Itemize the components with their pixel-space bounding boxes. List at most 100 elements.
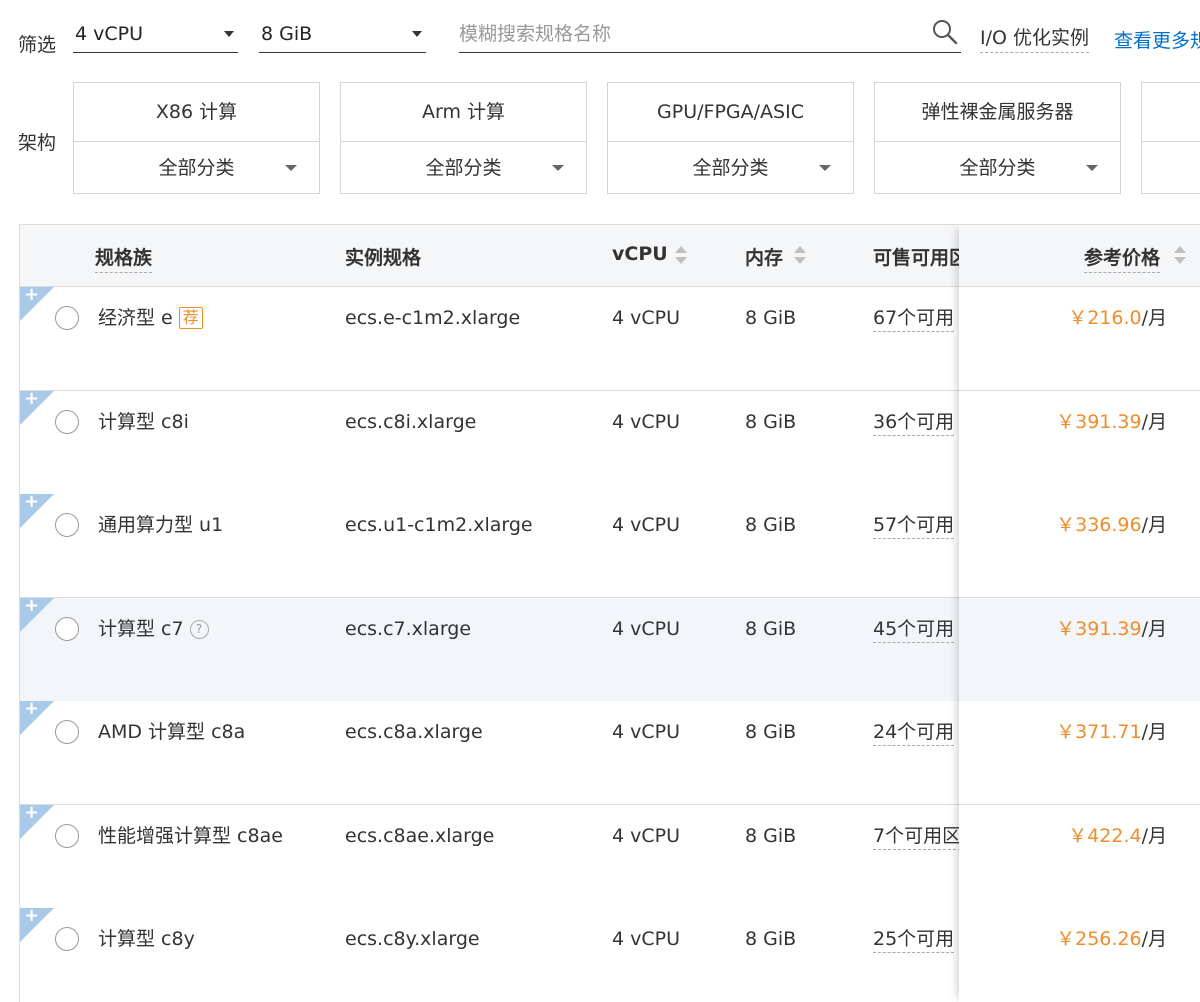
- help-icon[interactable]: ?: [189, 620, 209, 639]
- header-family[interactable]: 规格族: [95, 243, 153, 273]
- price-amount: ￥391.39: [1056, 618, 1142, 640]
- price-amount: ￥422.4: [1068, 825, 1142, 847]
- price-cell: ￥371.71/月: [1056, 719, 1167, 745]
- sort-icon[interactable]: [1174, 244, 1186, 266]
- row-radio[interactable]: [55, 720, 79, 744]
- plus-icon[interactable]: +: [24, 284, 39, 305]
- vcpu-cell: 4 vCPU: [612, 825, 681, 847]
- arch-card-x86[interactable]: X86 计算 全部分类: [73, 82, 320, 194]
- memory-cell: 8 GiB: [745, 825, 797, 847]
- price-unit: /月: [1141, 514, 1167, 536]
- memory-cell: 8 GiB: [745, 928, 797, 950]
- zones-clip: 7个可用区: [873, 823, 959, 855]
- plus-icon[interactable]: +: [24, 802, 39, 823]
- price-row-cell: ￥391.39/月: [959, 598, 1200, 702]
- chevron-down-icon: [552, 165, 564, 171]
- arch-category-select[interactable]: 全部分类: [875, 142, 1120, 194]
- row-radio[interactable]: [55, 617, 79, 641]
- price-row-cell: ￥422.4/月: [959, 805, 1200, 909]
- view-more-link[interactable]: 查看更多规: [1114, 28, 1200, 54]
- arch-card-partial[interactable]: [1141, 82, 1200, 194]
- price-amount: ￥256.26: [1056, 928, 1142, 950]
- price-cell: ￥391.39/月: [1056, 409, 1167, 435]
- family-cell: 计算型 c8i: [98, 409, 189, 435]
- arch-category-select[interactable]: 全部分类: [341, 142, 586, 194]
- family-name: 计算型 c8y: [98, 928, 195, 950]
- sort-icon[interactable]: [794, 244, 806, 266]
- chevron-down-icon: [1086, 165, 1098, 171]
- zones-cell[interactable]: 57个可用: [873, 512, 955, 539]
- row-radio[interactable]: [55, 306, 79, 330]
- plus-icon[interactable]: +: [24, 491, 39, 512]
- price-amount: ￥216.0: [1068, 307, 1142, 329]
- memory-cell: 8 GiB: [745, 411, 797, 433]
- zones-cell[interactable]: 25个可用: [873, 926, 955, 953]
- arch-category-value: 全部分类: [158, 157, 235, 179]
- arch-category-select[interactable]: 全部分类: [74, 142, 319, 194]
- plus-icon[interactable]: +: [24, 595, 39, 616]
- arch-category-value: 全部分类: [959, 157, 1036, 179]
- search-input[interactable]: [459, 20, 919, 48]
- recommend-badge: 荐: [178, 307, 203, 329]
- family-name: 通用算力型 u1: [98, 514, 224, 536]
- zones-clip: 45个可用: [873, 616, 959, 648]
- memory-select[interactable]: 8 GiB: [259, 16, 426, 53]
- header-price[interactable]: 参考价格: [1084, 243, 1161, 273]
- family-cell: 经济型 e荐: [98, 305, 203, 331]
- spec-cell: ecs.u1-c1m2.xlarge: [345, 514, 533, 536]
- price-cell: ￥216.0/月: [1068, 305, 1167, 331]
- arch-card-title: X86 计算: [74, 83, 319, 142]
- arch-category-select[interactable]: 全部分类: [608, 142, 853, 194]
- price-amount: ￥336.96: [1056, 514, 1142, 536]
- spec-cell: ecs.c8y.xlarge: [345, 928, 480, 950]
- zones-cell[interactable]: 45个可用: [873, 616, 955, 643]
- plus-icon[interactable]: +: [24, 388, 39, 409]
- row-radio[interactable]: [55, 513, 79, 537]
- cpu-select-value: 4 vCPU: [75, 23, 144, 45]
- zones-clip: 67个可用: [873, 305, 959, 337]
- zones-cell[interactable]: 24个可用: [873, 719, 955, 746]
- row-radio[interactable]: [55, 410, 79, 434]
- price-unit: /月: [1141, 307, 1167, 329]
- price-unit: /月: [1141, 721, 1167, 743]
- price-column: 参考价格 ￥216.0/月 ￥391.39/月 ￥336.96/月 ￥391.39/月…: [959, 225, 1200, 1002]
- vcpu-cell: 4 vCPU: [612, 618, 681, 640]
- search-icon[interactable]: [931, 18, 959, 46]
- header-memory-label: 内存: [745, 247, 784, 269]
- arch-card-title: [1142, 83, 1200, 142]
- zones-cell[interactable]: 7个可用区: [873, 823, 959, 850]
- zones-clip: 57个可用: [873, 512, 959, 544]
- arch-card-arm[interactable]: Arm 计算 全部分类: [340, 82, 587, 194]
- arch-category-select[interactable]: [1142, 142, 1200, 194]
- family-name: 计算型 c7: [98, 618, 184, 640]
- zones-cell[interactable]: 36个可用: [873, 409, 955, 436]
- arch-card-bare-metal[interactable]: 弹性裸金属服务器 全部分类: [874, 82, 1121, 194]
- search-box: [459, 16, 961, 53]
- sort-icon[interactable]: [675, 244, 687, 266]
- row-radio[interactable]: [55, 927, 79, 951]
- row-radio[interactable]: [55, 824, 79, 848]
- arch-card-gpu[interactable]: GPU/FPGA/ASIC 全部分类: [607, 82, 854, 194]
- plus-icon[interactable]: +: [24, 698, 39, 719]
- family-cell: 计算型 c8y: [98, 926, 195, 952]
- header-memory[interactable]: 内存: [745, 243, 806, 270]
- memory-cell: 8 GiB: [745, 721, 797, 743]
- header-zones-clip: 可售可用区: [873, 243, 959, 273]
- header-vcpu[interactable]: vCPU: [612, 243, 687, 265]
- vcpu-cell: 4 vCPU: [612, 721, 681, 743]
- cpu-select[interactable]: 4 vCPU: [73, 16, 238, 53]
- zones-cell[interactable]: 67个可用: [873, 305, 955, 332]
- memory-cell: 8 GiB: [745, 618, 797, 640]
- chevron-down-icon: [819, 165, 831, 171]
- spec-cell: ecs.c8ae.xlarge: [345, 825, 495, 847]
- price-cell: ￥422.4/月: [1068, 823, 1167, 849]
- io-optimized-option[interactable]: I/O 优化实例: [980, 24, 1089, 53]
- price-cell: ￥391.39/月: [1056, 616, 1167, 642]
- family-name: 计算型 c8i: [98, 411, 189, 433]
- header-zones: 可售可用区: [873, 247, 959, 269]
- family-cell: 通用算力型 u1: [98, 512, 223, 538]
- vcpu-cell: 4 vCPU: [612, 307, 681, 329]
- plus-icon[interactable]: +: [24, 905, 39, 926]
- zones-clip: 36个可用: [873, 409, 959, 441]
- family-name: 性能增强计算型 c8ae: [98, 825, 283, 847]
